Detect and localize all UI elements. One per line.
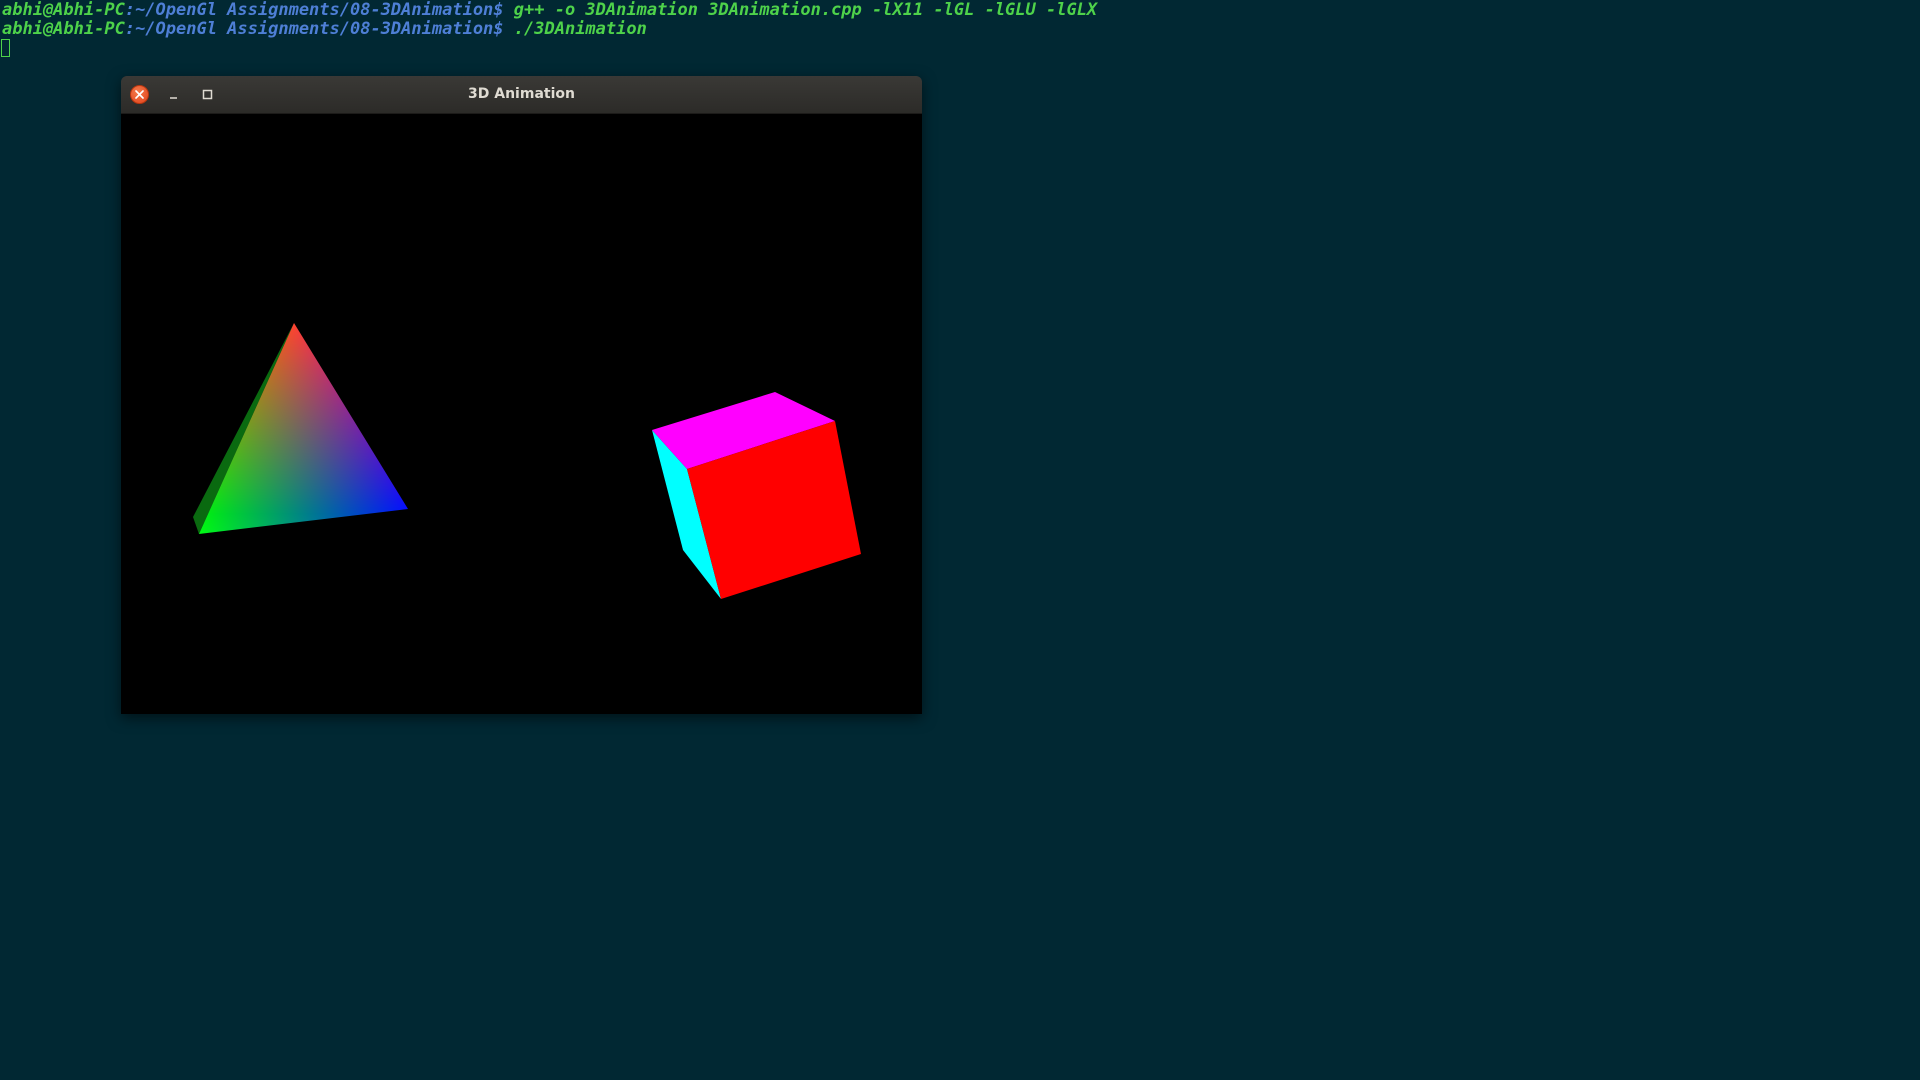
prompt-path: :~/OpenGl Assignments/08-3DAnimation — [124, 19, 494, 39]
prompt-user-host: abhi@Abhi-PC — [2, 0, 125, 20]
close-button[interactable] — [130, 85, 149, 104]
window-title: 3D Animation — [468, 86, 575, 102]
minimize-button[interactable] — [164, 85, 183, 104]
close-icon — [135, 90, 144, 99]
pyramid — [193, 323, 408, 534]
minimize-icon — [170, 97, 177, 99]
prompt-symbol: $ — [493, 0, 514, 20]
scene-svg — [193, 323, 861, 599]
command-text: ./3DAnimation — [513, 19, 647, 39]
pyramid-face-blue — [199, 323, 408, 534]
gl-render-canvas[interactable] — [121, 114, 922, 714]
maximize-icon — [202, 89, 213, 100]
terminal-line: abhi@Abhi-PC:~/OpenGl Assignments/08-3DA… — [2, 0, 1097, 20]
maximize-button[interactable] — [198, 85, 217, 104]
terminal-line: abhi@Abhi-PC:~/OpenGl Assignments/08-3DA… — [2, 19, 647, 39]
prompt-path: :~/OpenGl Assignments/08-3DAnimation — [124, 0, 494, 20]
window-titlebar[interactable]: 3D Animation — [121, 76, 922, 114]
terminal-scrollbar[interactable] — [1912, 0, 1920, 1080]
cube — [652, 392, 861, 599]
opengl-window[interactable]: 3D Animation — [121, 76, 922, 714]
prompt-user-host: abhi@Abhi-PC — [2, 19, 125, 39]
prompt-symbol: $ — [493, 19, 514, 39]
terminal-cursor[interactable] — [1, 39, 10, 57]
command-text: g++ -o 3DAnimation 3DAnimation.cpp -lX11… — [513, 0, 1098, 20]
